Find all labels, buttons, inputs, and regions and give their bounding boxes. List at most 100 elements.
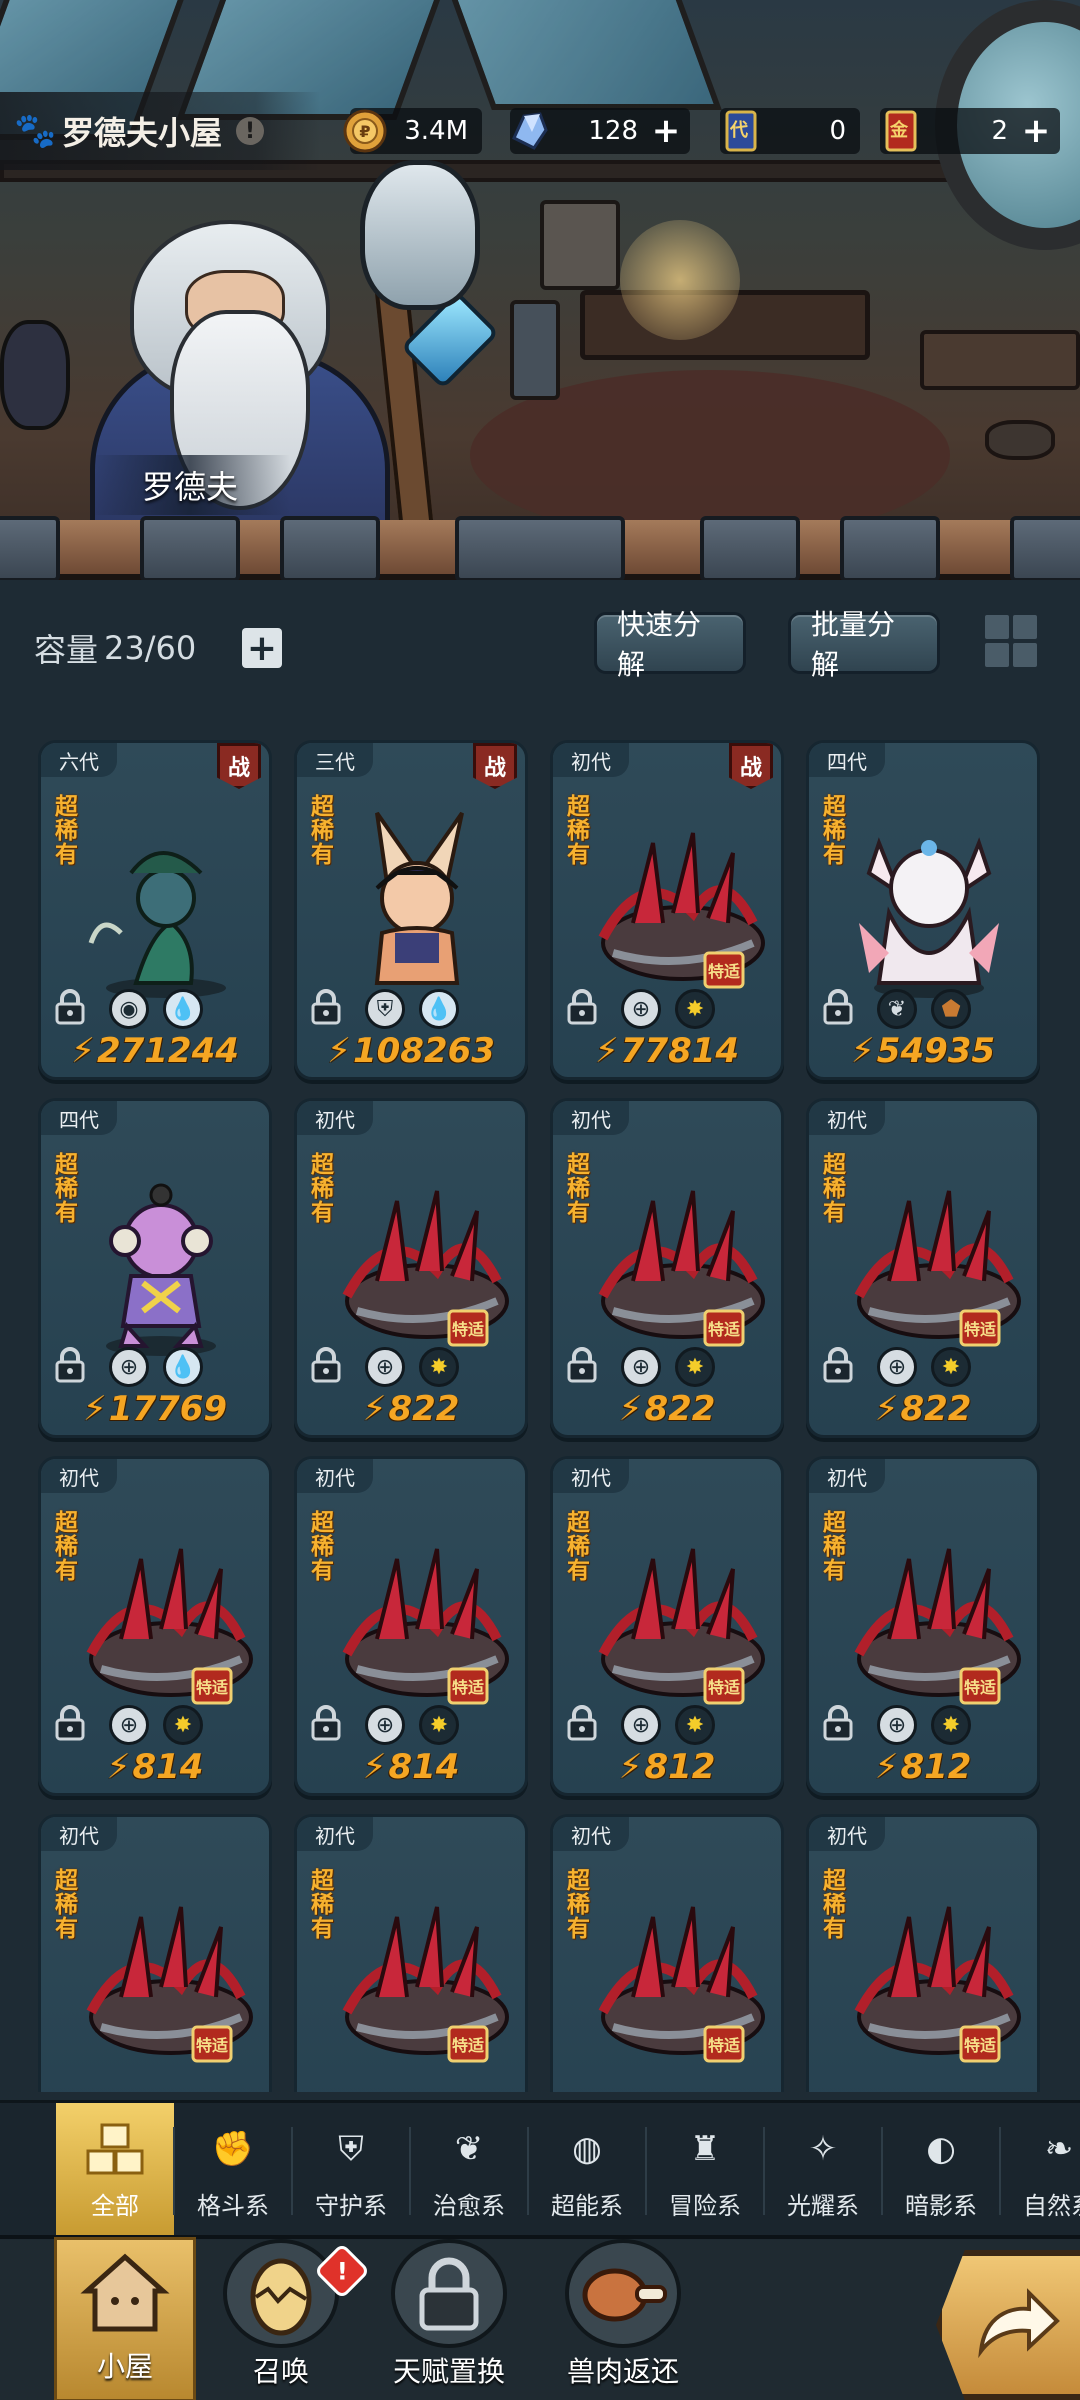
nav-lock[interactable]: 天赋置换 — [374, 2239, 524, 2400]
lock-icon[interactable] — [53, 1347, 87, 1383]
pet-card[interactable]: 初代 特适 超稀有 — [294, 1814, 528, 2092]
lock-icon[interactable] — [565, 1705, 599, 1741]
stone-block — [700, 516, 800, 582]
meat-icon — [565, 2239, 681, 2348]
pet-card[interactable]: 初代 特适 超稀有 ⊕ ✸ ⚡814 — [38, 1456, 272, 1796]
hut-scene: 罗德夫 — [0, 0, 1080, 580]
generation-tag: 初代 — [41, 1459, 117, 1493]
gold-ticket-label: 金 — [890, 120, 908, 141]
game-screen: 罗德夫 🐾 罗德夫小屋 ! ₽ 3.4M 128 + 代 0 金 2 + 容量 … — [0, 0, 1080, 2400]
filter-shield[interactable]: ⛨ 守护系 — [292, 2103, 410, 2238]
lock-icon[interactable] — [309, 1347, 343, 1383]
stool — [985, 420, 1055, 460]
pet-card[interactable]: 初代 特适 超稀有 ⊕ ✸ ⚡822 — [806, 1098, 1040, 1438]
in-battle-badge: 战 — [217, 743, 261, 789]
power-number: 814 — [388, 1747, 460, 1787]
lock-icon[interactable] — [565, 989, 599, 1025]
filter-fist[interactable]: ✊ 格斗系 — [174, 2103, 292, 2238]
filter-sprout[interactable]: ❦ 治愈系 — [410, 2103, 528, 2238]
generation-tag: 初代 — [553, 1817, 629, 1851]
power-number: 54935 — [876, 1031, 996, 1071]
stone-block — [840, 516, 940, 582]
lock-icon[interactable] — [821, 1347, 855, 1383]
star-icon: ✸ — [419, 1705, 459, 1745]
pet-card[interactable]: 四代 超稀有 ❦ ⬟ ⚡54935 — [806, 740, 1040, 1080]
filter-alien[interactable]: ◍ 超能系 — [528, 2103, 646, 2238]
filter-divider — [291, 2127, 293, 2215]
filter-leaf[interactable]: ❧ 自然系 — [1000, 2103, 1080, 2238]
house-icon — [67, 2240, 183, 2343]
capacity-display: 容量 23/60 — [34, 625, 196, 671]
pet-card[interactable]: 初代 特适 超稀有 ⊕ ✸ ⚡822 — [294, 1098, 528, 1438]
pet-art-bunny-girl — [317, 803, 517, 1003]
rarity-label: 超稀有 — [55, 794, 78, 868]
pet-art-dragon: 特适 — [573, 1877, 773, 2077]
filter-label: 守护系 — [315, 2192, 387, 2220]
pet-card[interactable]: 六代战超稀有 ◉ 💧 ⚡271244 — [38, 740, 272, 1080]
add-gold-ticket-button[interactable]: + — [1018, 111, 1054, 151]
rarity-label: 超稀有 — [823, 1510, 846, 1584]
add-crystal-button[interactable]: + — [648, 111, 684, 151]
crosshair-icon: ⊕ — [109, 1705, 149, 1745]
nav-meat[interactable]: 兽肉返还 — [548, 2239, 698, 2400]
star-icon: ✸ — [419, 1347, 459, 1387]
filter-eclipse[interactable]: ◐ 暗影系 — [882, 2103, 1000, 2238]
star-icon: ✸ — [675, 1705, 715, 1745]
fist-icon: ✊ — [211, 2129, 255, 2169]
pet-card[interactable]: 初代 特适 超稀有 ⊕ ✸ ⚡812 — [806, 1456, 1040, 1796]
power-icon: ⚡ — [82, 1389, 107, 1429]
pet-card[interactable]: 初代 特适 超稀有 — [806, 1814, 1040, 2092]
power-number: 77814 — [620, 1031, 740, 1071]
pet-card[interactable]: 四代 超稀有 ⊕ 💧 ⚡17769 — [38, 1098, 272, 1438]
pet-card[interactable]: 初代战特适 超稀有 ⊕ ✸ ⚡77814 — [550, 740, 784, 1080]
pet-card[interactable]: 初代 特适 超稀有 ⊕ ✸ ⚡822 — [550, 1098, 784, 1438]
power-number: 271244 — [96, 1031, 239, 1071]
alert-badge-text: ! — [336, 2256, 348, 2285]
lock-icon[interactable] — [53, 989, 87, 1025]
stone-block — [280, 516, 380, 582]
filter-all-blocks[interactable]: 全部 — [56, 2103, 174, 2238]
pet-art-white-beast — [829, 803, 1029, 1003]
star-icon: ✸ — [931, 1347, 971, 1387]
resource-blue-ticket: 代 0 — [720, 108, 860, 154]
expand-capacity-button[interactable]: + — [242, 628, 282, 669]
grid-view-toggle-icon[interactable] — [982, 612, 1040, 670]
power-value: ⚡271244 — [41, 1031, 269, 1071]
lock-icon[interactable] — [565, 1347, 599, 1383]
rarity-label: 超稀有 — [823, 1868, 846, 1942]
svg-text:特适: 特适 — [196, 2036, 228, 2055]
filter-sparkle[interactable]: ✧ 光耀系 — [764, 2103, 882, 2238]
pet-card[interactable]: 初代 特适 超稀有 — [550, 1814, 784, 2092]
power-icon: ⚡ — [362, 1389, 387, 1429]
pet-art-fish-mage — [61, 803, 261, 1003]
nav-label: 小屋 — [96, 2350, 153, 2383]
eye-icon: ◉ — [109, 989, 149, 1029]
generation-tag: 四代 — [809, 743, 885, 777]
power-value: ⚡54935 — [809, 1031, 1037, 1071]
lock-icon[interactable] — [309, 989, 343, 1025]
lock-icon[interactable] — [821, 1705, 855, 1741]
capacity-value: 23/60 — [104, 629, 197, 667]
pet-card[interactable]: 三代战超稀有 ⛨ 💧 ⚡108263 — [294, 740, 528, 1080]
nav-house[interactable]: 小屋 — [54, 2237, 196, 2400]
lock-icon[interactable] — [821, 989, 855, 1025]
rarity-label: 超稀有 — [823, 1152, 846, 1226]
rarity-label: 超稀有 — [567, 1152, 590, 1226]
filter-divider — [409, 2127, 411, 2215]
pet-card[interactable]: 初代 特适 超稀有 ⊕ ✸ ⚡812 — [550, 1456, 784, 1796]
filter-label: 超能系 — [551, 2192, 623, 2220]
lock-icon[interactable] — [309, 1705, 343, 1741]
pet-art-dragon: 特适 — [573, 803, 773, 1003]
svg-text:特适: 特适 — [708, 2036, 740, 2055]
info-icon[interactable]: ! — [236, 117, 265, 145]
filter-lantern[interactable]: ♜ 冒险系 — [646, 2103, 764, 2238]
next-arrow-button[interactable] — [936, 2250, 1080, 2400]
lock-icon[interactable] — [53, 1705, 87, 1741]
pet-card[interactable]: 初代 特适 超稀有 ⊕ ✸ ⚡814 — [294, 1456, 528, 1796]
power-number: 822 — [900, 1389, 972, 1429]
batch-decompose-button[interactable]: 批量分解 — [788, 608, 940, 681]
wood-divider — [0, 516, 1080, 582]
pet-card[interactable]: 初代 特适 超稀有 — [38, 1814, 272, 2092]
quick-decompose-button[interactable]: 快速分解 — [594, 608, 746, 681]
power-number: 812 — [644, 1747, 716, 1787]
